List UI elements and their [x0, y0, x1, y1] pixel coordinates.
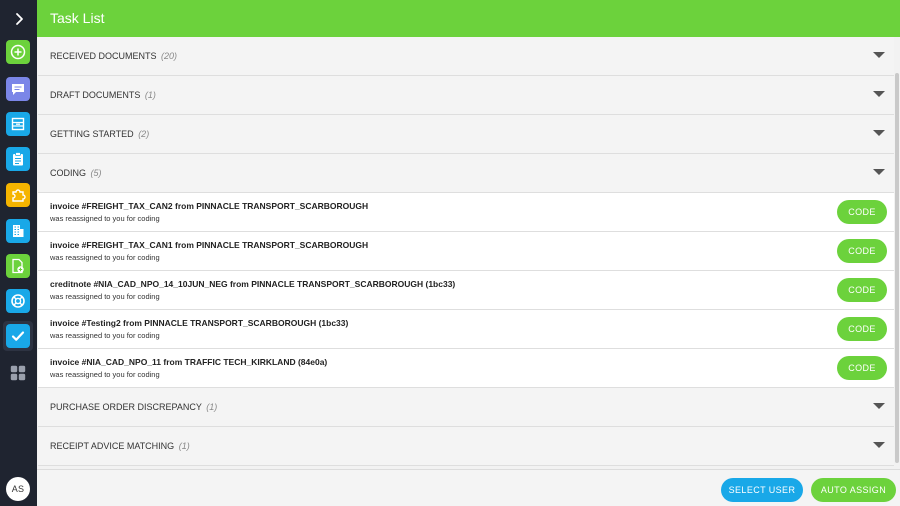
list-item[interactable]: creditnote #NIA_CAD_NPO_14_10JUN_NEG fro…: [38, 271, 895, 310]
code-button[interactable]: CODE: [837, 317, 887, 341]
code-button[interactable]: CODE: [837, 200, 887, 224]
inbox-icon[interactable]: [6, 112, 30, 136]
section-label: RECEIVED DOCUMENTS (20): [50, 51, 177, 61]
section-count: (5): [90, 168, 102, 178]
task-subtitle: was reassigned to you for coding: [50, 253, 160, 262]
task-title: invoice #FREIGHT_TAX_CAN2 from PINNACLE …: [50, 201, 369, 211]
sidebar: AS: [0, 0, 37, 506]
section-title: CODING: [50, 168, 86, 178]
code-button[interactable]: CODE: [837, 278, 887, 302]
section-label: RECEIPT ADVICE MATCHING (1): [50, 441, 190, 451]
chevron-down-icon[interactable]: [873, 403, 885, 409]
code-button[interactable]: CODE: [837, 239, 887, 263]
section-label: GETTING STARTED (2): [50, 129, 149, 139]
scrollbar-thumb[interactable]: [895, 73, 899, 463]
section-count: (2): [138, 129, 150, 139]
puzzle-icon[interactable]: [6, 183, 30, 207]
footer-bar: SELECT USER AUTO ASSIGN: [37, 469, 900, 506]
messages-icon[interactable]: [6, 77, 30, 101]
add-icon[interactable]: [6, 40, 30, 64]
apps-grid-icon[interactable]: [6, 361, 30, 385]
add-document-icon[interactable]: [6, 254, 30, 278]
task-title: creditnote #NIA_CAD_NPO_14_10JUN_NEG fro…: [50, 279, 456, 289]
task-subtitle: was reassigned to you for coding: [50, 370, 160, 379]
task-list: RECEIVED DOCUMENTS (20) DRAFT DOCUMENTS (…: [37, 37, 900, 469]
chevron-down-icon[interactable]: [873, 442, 885, 448]
page-title: Task List: [50, 10, 105, 26]
list-item[interactable]: invoice #FREIGHT_TAX_CAN1 from PINNACLE …: [38, 232, 895, 271]
chevron-down-icon[interactable]: [873, 91, 885, 97]
section-header[interactable]: PURCHASE ORDER DISCREPANCY (1): [38, 388, 895, 427]
section-count: (20): [161, 51, 178, 61]
code-button[interactable]: CODE: [837, 356, 887, 380]
task-title: invoice #NIA_CAD_NPO_11 from TRAFFIC TEC…: [50, 357, 328, 367]
lifebuoy-icon[interactable]: [6, 289, 30, 313]
section-title: PURCHASE ORDER DISCREPANCY: [50, 402, 202, 412]
tasks-nav-item[interactable]: [3, 321, 33, 351]
user-avatar[interactable]: AS: [6, 477, 30, 501]
task-subtitle: was reassigned to you for coding: [50, 331, 160, 340]
checkmark-icon: [6, 324, 30, 348]
app-header: Task List: [37, 0, 900, 37]
scrollbar[interactable]: [894, 37, 900, 469]
chevron-down-icon[interactable]: [873, 169, 885, 175]
section-header[interactable]: DRAFT DOCUMENTS (1): [38, 76, 895, 115]
section-title: RECEIVED DOCUMENTS: [50, 51, 157, 61]
section-header[interactable]: GETTING STARTED (2): [38, 115, 895, 154]
section-label: CODING (5): [50, 168, 102, 178]
section-count: (1): [144, 90, 156, 100]
task-title: invoice #FREIGHT_TAX_CAN1 from PINNACLE …: [50, 240, 369, 250]
auto-assign-button[interactable]: AUTO ASSIGN: [811, 478, 896, 502]
section-count: (1): [206, 402, 218, 412]
list-item[interactable]: invoice #FREIGHT_TAX_CAN2 from PINNACLE …: [38, 193, 895, 232]
section-label: PURCHASE ORDER DISCREPANCY (1): [50, 402, 217, 412]
list-item[interactable]: invoice #Testing2 from PINNACLE TRANSPOR…: [38, 310, 895, 349]
expand-sidebar-icon[interactable]: [0, 0, 37, 37]
task-subtitle: was reassigned to you for coding: [50, 214, 160, 223]
task-subtitle: was reassigned to you for coding: [50, 292, 160, 301]
section-title: DRAFT DOCUMENTS: [50, 90, 141, 100]
building-icon[interactable]: [6, 219, 30, 243]
list-item[interactable]: invoice #NIA_CAD_NPO_11 from TRAFFIC TEC…: [38, 349, 895, 388]
select-user-button[interactable]: SELECT USER: [721, 478, 803, 502]
chevron-down-icon[interactable]: [873, 52, 885, 58]
section-count: (1): [178, 441, 190, 451]
clipboard-icon[interactable]: [6, 147, 30, 171]
section-title: RECEIPT ADVICE MATCHING: [50, 441, 175, 451]
section-header[interactable]: RECEIPT ADVICE MATCHING (1): [38, 427, 895, 466]
section-label: DRAFT DOCUMENTS (1): [50, 90, 156, 100]
task-title: invoice #Testing2 from PINNACLE TRANSPOR…: [50, 318, 349, 328]
section-title: GETTING STARTED: [50, 129, 134, 139]
section-header[interactable]: CODING (5): [38, 154, 895, 193]
chevron-down-icon[interactable]: [873, 130, 885, 136]
section-header[interactable]: RECEIVED DOCUMENTS (20): [38, 37, 895, 76]
